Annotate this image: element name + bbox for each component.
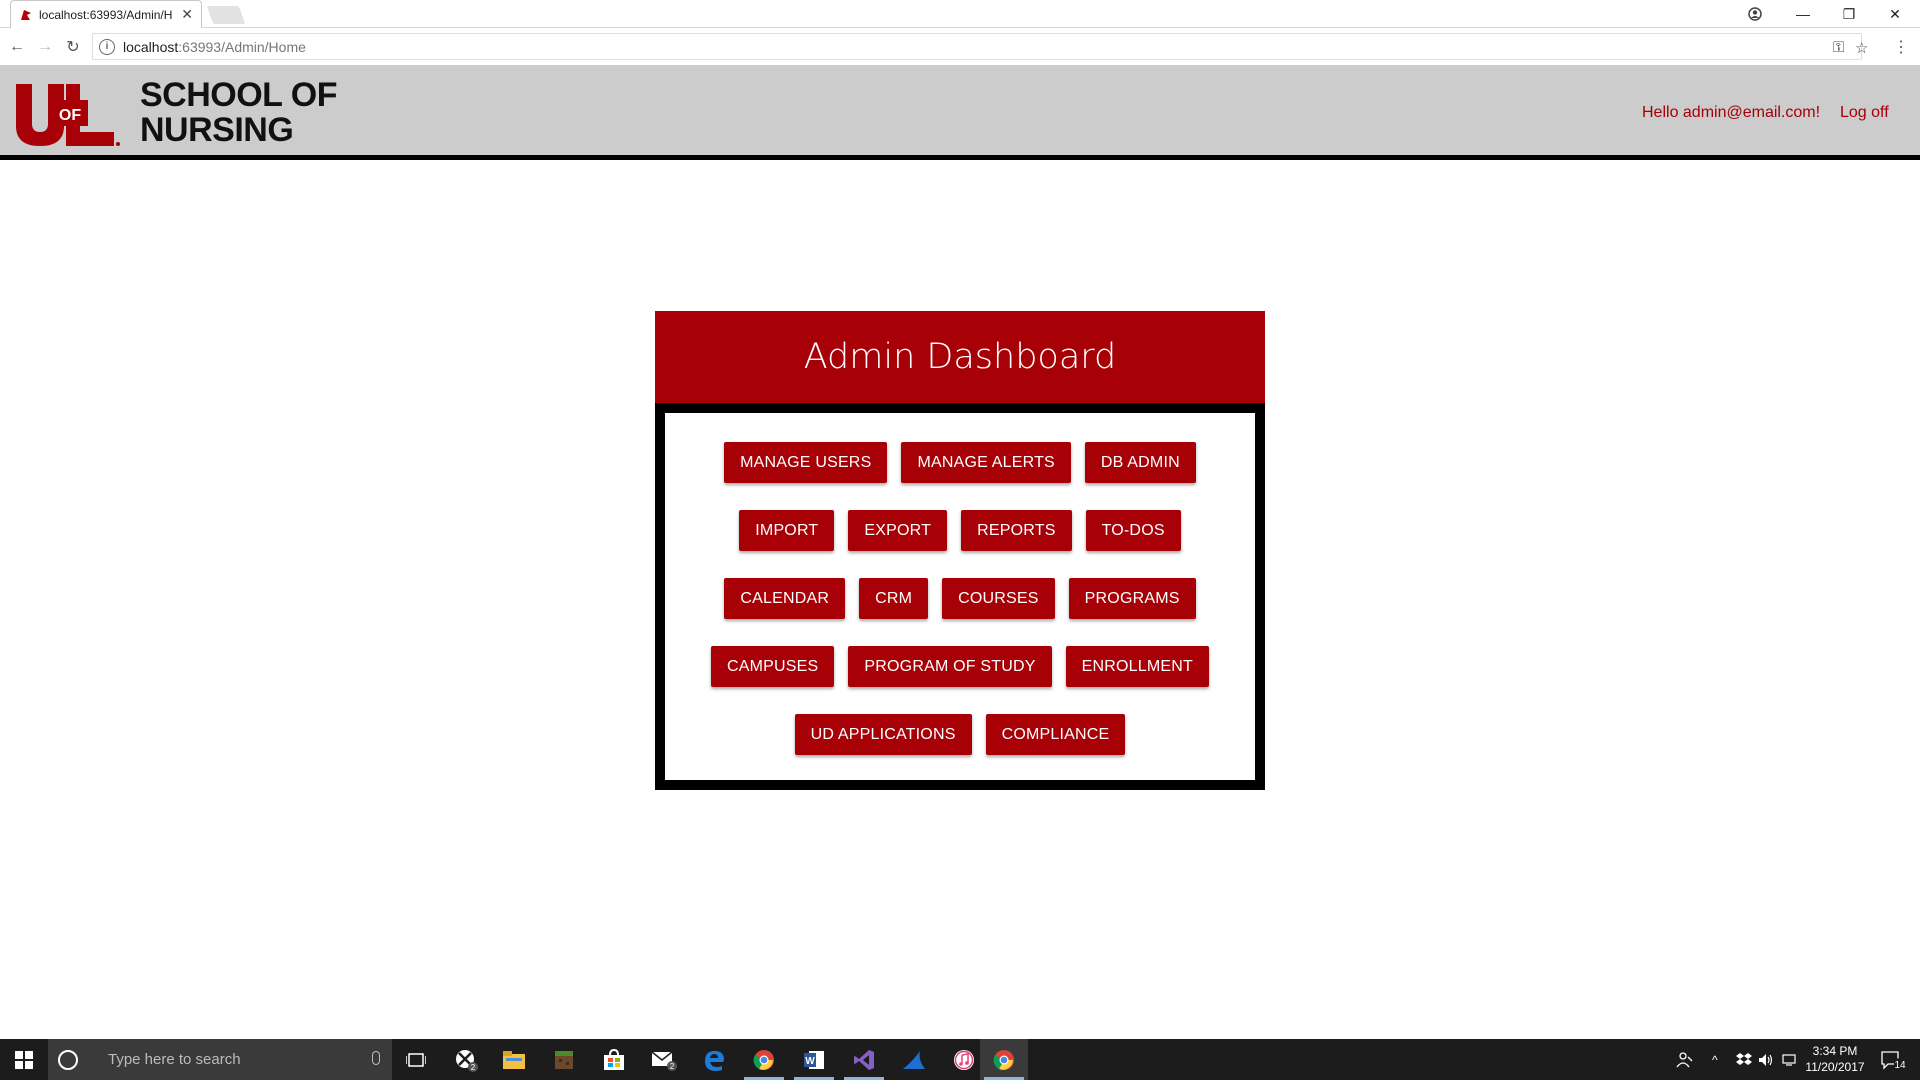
back-arrow-icon[interactable]: ←	[6, 36, 28, 58]
sharkfin-app-icon[interactable]	[890, 1039, 938, 1080]
import-button[interactable]: IMPORT	[739, 510, 835, 551]
campuses-button[interactable]: CAMPUSES	[711, 646, 835, 687]
restore-icon[interactable]: ❐	[1826, 0, 1872, 28]
menu-dots-icon[interactable]: ⋮	[1890, 36, 1912, 58]
word-icon[interactable]: W	[790, 1039, 838, 1080]
manage-users-button[interactable]: MANAGE USERS	[724, 442, 888, 483]
tab-close-icon[interactable]: ✕	[181, 6, 193, 23]
button-row: CAMPUSES PROGRAM OF STUDY ENROLLMENT	[665, 646, 1255, 714]
url-path: :63993/Admin/Home	[178, 38, 306, 55]
button-row: MANAGE USERS MANAGE ALERTS DB ADMIN	[665, 442, 1255, 510]
star-icon[interactable]: ☆	[1855, 34, 1868, 61]
dashboard-title: Admin Dashboard	[655, 311, 1265, 403]
visual-studio-icon[interactable]	[840, 1039, 888, 1080]
chrome-active-window-icon[interactable]	[980, 1039, 1028, 1080]
close-window-icon[interactable]: ✕	[1872, 0, 1918, 28]
todos-button[interactable]: TO-DOS	[1085, 510, 1181, 551]
chrome-icon[interactable]	[740, 1039, 788, 1080]
notification-count: 14	[1894, 1060, 1906, 1071]
school-name-line2: NURSING	[140, 111, 294, 149]
dropbox-icon[interactable]	[1736, 1039, 1752, 1080]
minecraft-icon[interactable]	[540, 1039, 588, 1080]
programs-button[interactable]: PROGRAMS	[1068, 578, 1196, 619]
ul-logo[interactable]: OF	[14, 80, 124, 146]
store-icon[interactable]	[590, 1039, 638, 1080]
system-clock[interactable]: 3:34 PM 11/20/2017	[1798, 1043, 1872, 1075]
volume-icon[interactable]	[1758, 1039, 1774, 1080]
profile-icon[interactable]	[1732, 0, 1778, 28]
action-center-icon[interactable]: 14	[1880, 1039, 1908, 1080]
calendar-button[interactable]: CALENDAR	[724, 578, 846, 619]
export-button[interactable]: EXPORT	[848, 510, 948, 551]
mail-badge: 2	[670, 1062, 675, 1071]
courses-button[interactable]: COURSES	[942, 578, 1055, 619]
forward-arrow-icon[interactable]: →	[34, 36, 56, 58]
program-of-study-button[interactable]: PROGRAM OF STUDY	[848, 646, 1052, 687]
xbox-icon[interactable]: 2	[442, 1039, 490, 1080]
svg-text:W: W	[805, 1056, 815, 1067]
dashboard-body: MANAGE USERS MANAGE ALERTS DB ADMIN IMPO…	[665, 413, 1255, 780]
file-explorer-icon[interactable]	[490, 1039, 538, 1080]
taskbar-search-box[interactable]: Type here to search	[48, 1039, 392, 1080]
clock-time: 3:34 PM	[1812, 1044, 1858, 1058]
search-placeholder: Type here to search	[108, 1051, 241, 1068]
logo-of-text: OF	[59, 107, 81, 124]
microphone-icon[interactable]	[372, 1051, 380, 1065]
school-name: SCHOOL OF NURSING	[140, 76, 338, 149]
user-greeting-link[interactable]: Hello admin@email.com!	[1642, 104, 1820, 122]
network-icon[interactable]	[1782, 1039, 1798, 1080]
db-admin-button[interactable]: DB ADMIN	[1084, 442, 1196, 483]
people-icon[interactable]	[1676, 1039, 1694, 1080]
button-row: UD APPLICATIONS COMPLIANCE	[665, 714, 1255, 782]
task-view-icon[interactable]	[392, 1039, 440, 1080]
reload-icon[interactable]: ↻	[62, 36, 84, 58]
new-tab-button[interactable]	[206, 6, 246, 24]
address-bar[interactable]: i localhost:63993/Admin/Home ⚿ ☆	[92, 33, 1868, 61]
crm-button[interactable]: CRM	[859, 578, 929, 619]
ud-applications-button[interactable]: UD APPLICATIONS	[794, 714, 972, 755]
button-row: CALENDAR CRM COURSES PROGRAMS	[665, 578, 1255, 646]
admin-dashboard-panel: Admin Dashboard MANAGE USERS MANAGE ALER…	[655, 311, 1265, 790]
edge-icon[interactable]	[690, 1039, 738, 1080]
key-icon[interactable]: ⚿	[1833, 34, 1844, 61]
url-host: localhost	[123, 38, 179, 55]
reports-button[interactable]: REPORTS	[961, 510, 1072, 551]
cortana-icon	[58, 1050, 78, 1070]
button-row: IMPORT EXPORT REPORTS TO-DOS	[665, 510, 1255, 578]
windows-taskbar: Type here to search 2 2 W ^ 3:34 PM 11/2…	[0, 1039, 1920, 1080]
logoff-link[interactable]: Log off	[1840, 104, 1889, 122]
site-info-icon[interactable]: i	[99, 38, 115, 55]
compliance-button[interactable]: COMPLIANCE	[985, 714, 1126, 755]
manage-alerts-button[interactable]: MANAGE ALERTS	[901, 442, 1071, 483]
xbox-badge: 2	[471, 1063, 476, 1072]
tab-title: localhost:63993/Admin/H	[39, 7, 173, 22]
browser-tab[interactable]: localhost:63993/Admin/H ✕	[10, 0, 202, 28]
site-header: OF SCHOOL OF NURSING Hello admin@email.c…	[0, 66, 1920, 160]
clock-date: 11/20/2017	[1805, 1060, 1865, 1074]
browser-toolbar: ← → ↻ i localhost:63993/Admin/Home ⚿ ☆ ⋮	[0, 28, 1920, 66]
cardinal-favicon-icon	[21, 9, 31, 20]
windows-start-icon[interactable]	[0, 1039, 48, 1080]
browser-tabstrip: localhost:63993/Admin/H ✕ — ❐ ✕	[0, 0, 1920, 28]
enrollment-button[interactable]: ENROLLMENT	[1065, 646, 1209, 687]
school-name-line1: SCHOOL OF	[140, 76, 338, 114]
mail-icon[interactable]: 2	[640, 1039, 688, 1080]
minimize-icon[interactable]: —	[1780, 0, 1826, 28]
chevron-up-icon[interactable]: ^	[1712, 1039, 1718, 1080]
